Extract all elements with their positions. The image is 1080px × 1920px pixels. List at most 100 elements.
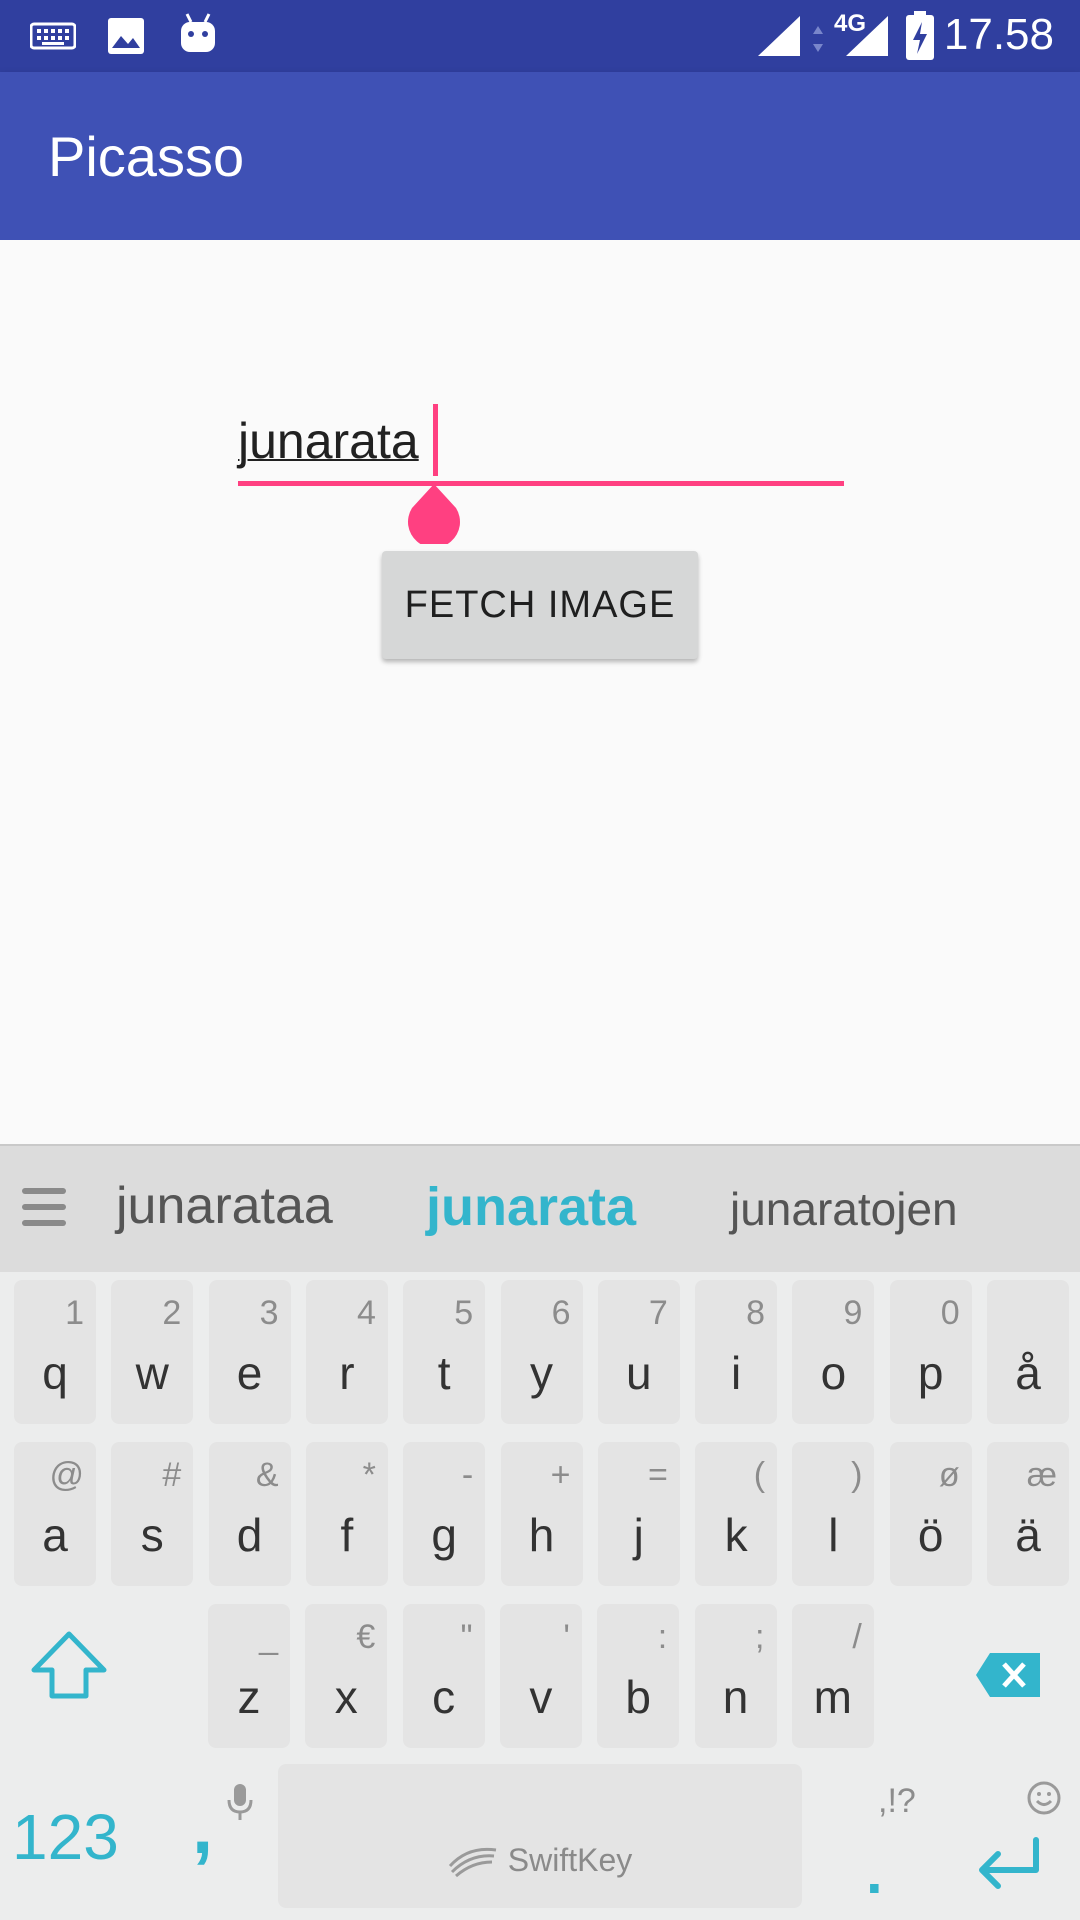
key-alt-label: 8: [746, 1294, 766, 1332]
space-brand-label: SwiftKey: [507, 1842, 633, 1878]
key-n[interactable]: ; n: [694, 1604, 777, 1748]
key-label: o: [820, 1347, 847, 1399]
key-label: ä: [1015, 1509, 1041, 1561]
key-label: c: [432, 1671, 456, 1723]
signal-icon: [758, 16, 800, 56]
key-alt-label: €: [356, 1618, 376, 1656]
key-label: e: [236, 1347, 263, 1399]
cursor-handle-icon[interactable]: [404, 482, 464, 544]
key-alt-label: #: [162, 1456, 182, 1494]
key-g[interactable]: -g: [403, 1442, 486, 1586]
key-x[interactable]: € x: [305, 1604, 388, 1748]
key-alt-label: ': [563, 1618, 570, 1656]
suggestion-middle[interactable]: junarata: [426, 1176, 636, 1238]
key-label: s: [140, 1509, 164, 1561]
key-label: b: [625, 1671, 651, 1723]
menu-icon[interactable]: [22, 1188, 66, 1232]
key-s[interactable]: # s: [111, 1442, 194, 1586]
key-label: r: [339, 1347, 355, 1399]
punctuation-alt-label: ,!?: [878, 1782, 916, 1820]
key-alt-label: 2: [162, 1294, 182, 1332]
key-alt-label: *: [362, 1456, 376, 1494]
key-alt-label: +: [550, 1456, 571, 1494]
key-t[interactable]: 5t: [403, 1280, 486, 1424]
key-ö[interactable]: øö: [889, 1442, 972, 1586]
key-alt-label: ): [851, 1456, 863, 1494]
data-arrows-icon: [813, 26, 823, 52]
key-alt-label: æ: [1026, 1456, 1057, 1494]
input-underline: [238, 481, 844, 486]
microphone-icon: [227, 1784, 253, 1820]
key-c[interactable]: " c: [402, 1604, 485, 1748]
key-ä[interactable]: æä: [987, 1442, 1069, 1586]
key-label: p: [917, 1347, 944, 1399]
comma-key[interactable]: ,: [192, 1784, 213, 1871]
key-q[interactable]: 1q: [14, 1280, 96, 1424]
period-key[interactable]: .: [866, 1838, 883, 1907]
key-z[interactable]: _ z: [208, 1604, 290, 1748]
key-i[interactable]: 8i: [695, 1280, 778, 1424]
key-alt-label: 3: [259, 1294, 279, 1332]
suggestion-right[interactable]: junaratojen: [730, 1182, 958, 1236]
search-input[interactable]: junarata: [238, 400, 844, 544]
key-d[interactable]: & d: [208, 1442, 291, 1586]
key-label: a: [42, 1509, 68, 1561]
key-y[interactable]: 6y: [500, 1280, 583, 1424]
key-r[interactable]: 4r: [305, 1280, 388, 1424]
battery-charging-icon: [906, 11, 934, 60]
key-v[interactable]: ' v: [499, 1604, 582, 1748]
backspace-icon[interactable]: [974, 1650, 1044, 1700]
emoji-icon[interactable]: [1026, 1780, 1062, 1816]
key-label: å: [1015, 1347, 1041, 1399]
key-j[interactable]: = j: [597, 1442, 680, 1586]
app-title: Picasso: [48, 125, 245, 188]
clock: 17.58: [943, 10, 1054, 59]
key-alt-label: @: [49, 1456, 84, 1494]
key-label: q: [42, 1347, 68, 1399]
key-m[interactable]: / m: [791, 1604, 874, 1748]
search-input-value[interactable]: junarata: [238, 412, 419, 470]
key-alt-label: /: [852, 1618, 862, 1656]
key-l[interactable]: ) l: [792, 1442, 875, 1586]
key-label: x: [334, 1671, 358, 1723]
key-label: v: [529, 1671, 553, 1723]
space-key[interactable]: SwiftKey: [278, 1764, 802, 1908]
key-label: i: [730, 1347, 742, 1399]
key-alt-label: 6: [551, 1294, 571, 1332]
key-alt-label: (: [753, 1456, 766, 1494]
key-f[interactable]: * f: [305, 1442, 388, 1586]
key-alt-label: 0: [940, 1294, 960, 1332]
key-b[interactable]: :b: [597, 1604, 680, 1748]
key-p[interactable]: 0p: [889, 1280, 972, 1424]
key-label: n: [722, 1671, 749, 1723]
enter-icon[interactable]: [974, 1836, 1044, 1890]
keyboard-icon: [30, 22, 76, 50]
key-h[interactable]: + h: [500, 1442, 583, 1586]
key-o[interactable]: 9o: [792, 1280, 875, 1424]
main-content: junarata FETCH IMAGE: [0, 240, 1080, 1144]
key-u[interactable]: 7u: [597, 1280, 680, 1424]
key-alt-label: 7: [648, 1294, 668, 1332]
key-label: k: [724, 1509, 748, 1561]
key-label: u: [626, 1347, 652, 1399]
signal-4g-icon: [846, 16, 888, 56]
key-label: w: [135, 1347, 169, 1399]
key-label: z: [237, 1671, 261, 1723]
key-k[interactable]: (k: [695, 1442, 778, 1586]
shift-icon[interactable]: [28, 1630, 110, 1700]
key-e[interactable]: 3e: [208, 1280, 291, 1424]
key-label: ö: [917, 1509, 944, 1561]
key-å[interactable]: å: [987, 1280, 1069, 1424]
suggestion-left[interactable]: junarataa: [116, 1176, 333, 1236]
fetch-image-button[interactable]: FETCH IMAGE: [382, 551, 698, 659]
key-w[interactable]: 2w: [111, 1280, 194, 1424]
status-bar: 4G 17.58: [0, 0, 1080, 72]
key-label: j: [633, 1509, 644, 1561]
numbers-key[interactable]: 123: [12, 1800, 119, 1874]
key-alt-label: &: [255, 1456, 279, 1494]
key-label: d: [236, 1509, 263, 1561]
key-alt-label: ;: [755, 1618, 765, 1656]
key-label: y: [530, 1347, 553, 1399]
text-cursor: [433, 404, 438, 476]
key-a[interactable]: @ a: [14, 1442, 96, 1586]
